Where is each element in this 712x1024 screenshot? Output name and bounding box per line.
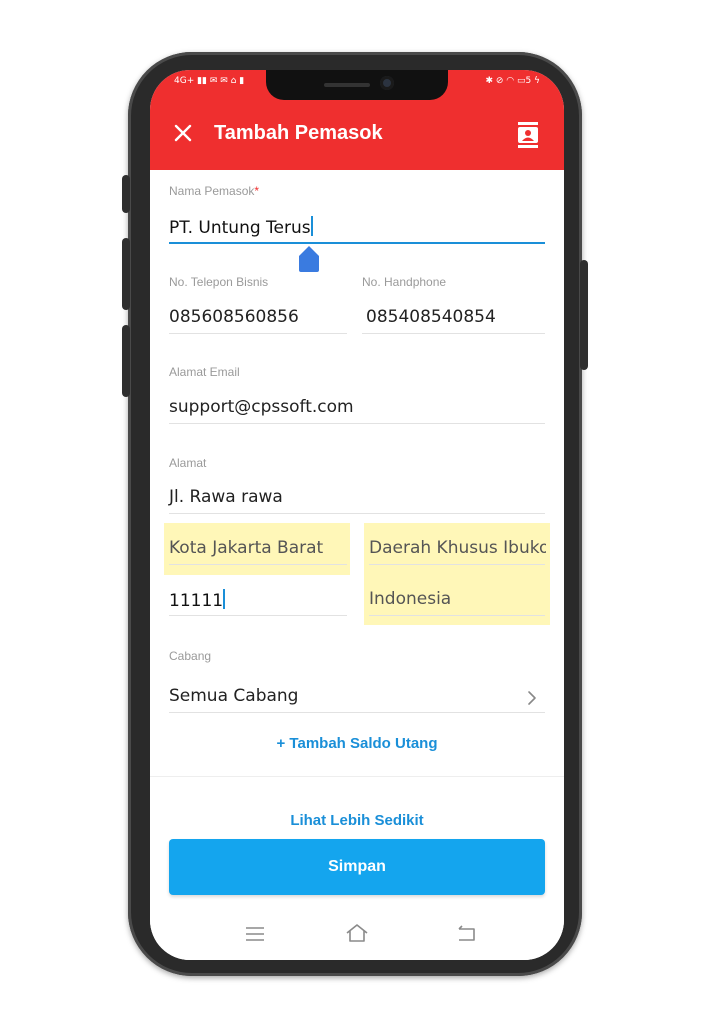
street-input[interactable]: Jl. Rawa rawa [169,487,283,507]
branch-select[interactable]: Semua Cabang [169,686,298,706]
section-divider [150,776,564,777]
mobile-phone-underline [362,333,545,334]
chevron-right-icon[interactable] [526,690,538,706]
add-debt-balance-link[interactable]: + Tambah Saldo Utang [150,735,564,752]
contact-book-icon[interactable] [516,122,540,148]
city-input[interactable]: Kota Jakarta Barat [169,538,323,558]
phone-volume-up-button [122,238,130,310]
close-icon[interactable] [172,122,194,144]
supplier-name-underline [169,242,545,244]
business-phone-label: No. Telepon Bisnis [169,275,269,289]
province-underline [369,564,545,565]
front-camera [380,76,394,90]
phone-volume-down-button [122,325,130,397]
save-button[interactable]: Simpan [169,839,545,895]
cursor-handle-icon[interactable] [298,246,320,272]
supplier-name-label-text: Nama Pemasok [169,184,255,198]
status-icons-right: ✱ ⊘ ◠ ▭5 ϟ [485,76,540,86]
supplier-name-label: Nama Pemasok* [169,184,259,198]
business-phone-underline [169,333,347,334]
postal-code-value: 11111 [169,591,224,611]
text-cursor [310,216,313,236]
branch-label: Cabang [169,649,212,663]
status-icons-left: 4G+ ▮▮ ✉ ✉ ⌂ ▮ [174,76,245,86]
province-value: Daerah Khusus Ibukota [369,538,546,558]
street-underline [169,513,545,514]
postal-code-input[interactable]: 11111 [169,589,226,611]
email-input[interactable]: support@cpssoft.com [169,397,354,417]
city-underline [169,564,347,565]
menu-icon[interactable] [244,924,266,944]
branch-underline [169,712,545,713]
email-label: Alamat Email [169,365,240,379]
status-bar-right: ✱ ⊘ ◠ ▭5 ϟ [485,76,540,86]
speaker [324,83,370,87]
required-mark: * [254,184,260,198]
postal-code-underline [169,615,347,616]
country-input[interactable]: Indonesia [369,589,451,609]
system-nav-bar [150,910,564,960]
notch [266,70,448,100]
supplier-name-input[interactable]: PT. Untung Terus [169,216,313,238]
home-icon[interactable] [344,921,370,945]
postal-code-cursor [223,589,226,609]
page-title: Tambah Pemasok [214,122,383,144]
mobile-phone-input[interactable]: 085408540854 [366,307,496,327]
business-phone-input[interactable]: 085608560856 [169,307,299,327]
phone-power-button [580,260,588,370]
province-input[interactable]: Daerah Khusus Ibukota [369,538,546,558]
screen: 4G+ ▮▮ ✉ ✉ ⌂ ▮ ✱ ⊘ ◠ ▭5 ϟ Tambah Pemasok… [150,70,564,960]
country-underline [369,615,545,616]
back-icon[interactable] [454,923,478,945]
address-label: Alamat [169,456,207,470]
email-underline [169,423,545,424]
phone-side-button [122,175,130,213]
show-less-link[interactable]: Lihat Lebih Sedikit [150,812,564,829]
status-bar-left: 4G+ ▮▮ ✉ ✉ ⌂ ▮ [174,76,244,86]
supplier-name-value: PT. Untung Terus [169,218,311,238]
mobile-phone-label: No. Handphone [362,275,447,289]
